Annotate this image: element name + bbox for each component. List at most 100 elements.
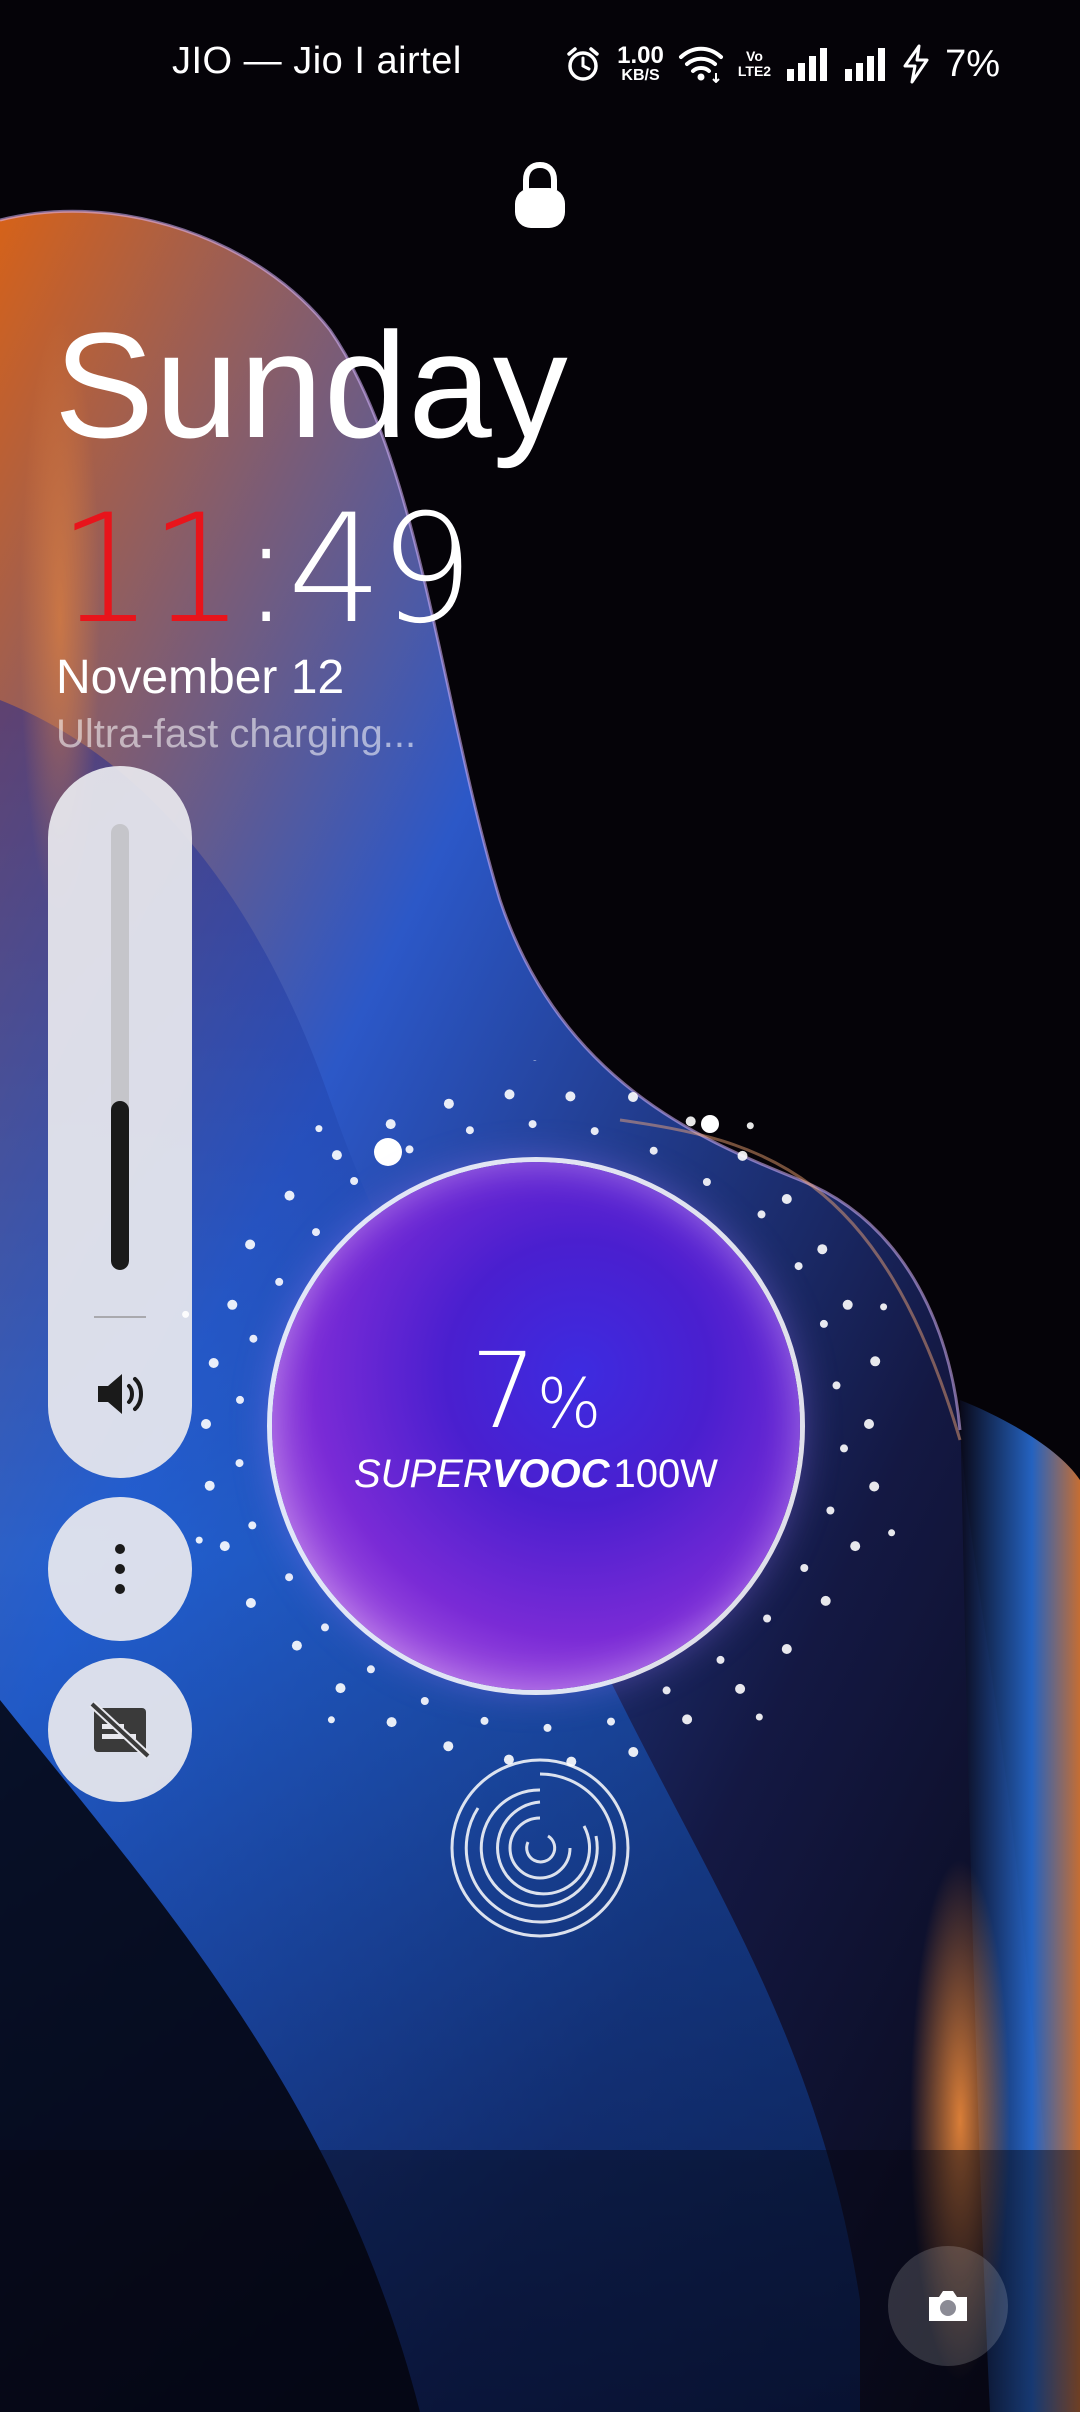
charging-particle xyxy=(284,1190,295,1201)
charging-particle xyxy=(443,1098,454,1109)
clock-time: 11:49 xyxy=(58,495,474,645)
charging-particle xyxy=(335,1683,346,1694)
fingerprint-icon[interactable] xyxy=(448,1756,632,1940)
volte-icon: Vo LTE2 xyxy=(738,49,771,78)
charging-particle xyxy=(817,1244,828,1255)
live-caption-button[interactable] xyxy=(48,1658,192,1802)
charging-particle xyxy=(245,1239,256,1250)
charging-particle xyxy=(820,1595,831,1606)
charging-particle xyxy=(832,1381,841,1390)
charging-particle xyxy=(888,1529,896,1537)
charging-particle xyxy=(543,1723,552,1732)
charging-particle xyxy=(201,1419,211,1429)
charging-particle xyxy=(204,1480,215,1491)
charging-particle xyxy=(315,1125,323,1133)
charging-particle xyxy=(312,1228,320,1237)
charging-particle xyxy=(737,1150,748,1161)
network-speed: 1.00 KB/S xyxy=(617,44,664,84)
charging-particle xyxy=(701,1115,719,1133)
battery-percent: 7% xyxy=(945,42,1000,85)
charging-particle xyxy=(819,1319,828,1328)
volume-more-options-button[interactable] xyxy=(48,1497,192,1641)
charging-particle xyxy=(840,1444,848,1453)
brand-vooc: VOOC xyxy=(491,1452,610,1496)
signal-icon xyxy=(845,48,886,81)
charging-particle xyxy=(590,1127,599,1136)
charging-particle xyxy=(405,1145,414,1154)
clock-hours: 11 xyxy=(58,483,245,657)
day-of-week: Sunday xyxy=(54,301,569,469)
charging-particle xyxy=(249,1334,258,1343)
charging-particle xyxy=(236,1395,244,1404)
speed-value: 1.00 xyxy=(617,42,664,69)
charging-percent: 7% xyxy=(272,1330,800,1452)
lock-icon[interactable] xyxy=(512,162,568,230)
charging-particle xyxy=(321,1623,329,1632)
volte-top: Vo xyxy=(746,48,763,65)
charging-status-text: Ultra-fast charging... xyxy=(56,712,417,756)
camera-shortcut-button[interactable] xyxy=(888,2246,1008,2366)
volume-slider[interactable] xyxy=(111,824,129,1270)
charging-particle xyxy=(850,1541,861,1552)
charging-particle xyxy=(480,1716,489,1725)
charging-particle xyxy=(746,1122,754,1130)
camera-icon xyxy=(929,2291,967,2321)
charging-particle xyxy=(366,1665,375,1674)
charging-particle xyxy=(682,1714,693,1725)
volume-divider xyxy=(94,1316,146,1318)
charging-particle xyxy=(763,1614,772,1623)
charging-particle xyxy=(182,1310,190,1318)
charging-particle xyxy=(331,1150,342,1161)
clock-separator: : xyxy=(240,483,292,657)
charging-particle xyxy=(385,1119,396,1130)
charging-particle xyxy=(794,1262,803,1271)
volte-bottom: LTE2 xyxy=(737,63,772,79)
charging-particle xyxy=(781,1194,792,1204)
charging-percent-value: 7 xyxy=(470,1330,537,1452)
charging-particle xyxy=(628,1092,638,1102)
charging-particle xyxy=(702,1178,711,1186)
status-icons: 1.00 KB/S Vo LTE2 7% xyxy=(563,36,1000,92)
volume-slider-fill xyxy=(111,1100,129,1270)
speaker-icon[interactable] xyxy=(92,1366,148,1422)
charging-particle xyxy=(607,1717,615,1726)
charging-percent-sign: % xyxy=(536,1365,602,1444)
charging-particle xyxy=(420,1697,429,1705)
charging-particle xyxy=(386,1717,397,1728)
charging-particle xyxy=(757,1210,766,1219)
charging-particle xyxy=(327,1716,335,1724)
charging-particle xyxy=(685,1116,696,1127)
charging-particle xyxy=(374,1138,402,1166)
charging-particle xyxy=(842,1299,853,1310)
captions-off-icon xyxy=(89,1701,151,1759)
charging-particle xyxy=(219,1541,230,1552)
volume-panel xyxy=(48,766,192,1478)
charging-orb: 7% SUPERVOOC 100W xyxy=(272,1162,800,1690)
carrier-name: JIO — Jio I airtel xyxy=(172,40,462,82)
charging-particle xyxy=(880,1303,888,1311)
charging-particle xyxy=(245,1598,256,1608)
charging-particle xyxy=(826,1506,835,1515)
charging-particle xyxy=(869,1481,880,1492)
charging-particle xyxy=(781,1644,792,1654)
charging-particle xyxy=(350,1177,359,1185)
charging-bolt-icon xyxy=(903,44,929,84)
charging-particle xyxy=(870,1356,881,1367)
charging-particle xyxy=(235,1459,244,1468)
charging-particle xyxy=(565,1091,576,1102)
charging-particle xyxy=(275,1277,284,1286)
charging-particle xyxy=(716,1655,725,1664)
charging-particle xyxy=(195,1536,203,1544)
lock-screen: JIO — Jio I airtel 1.00 KB/S Vo LTE2 7% … xyxy=(0,0,1080,2412)
charging-particle xyxy=(285,1573,294,1582)
charging-particle xyxy=(227,1299,238,1310)
charging-particle xyxy=(755,1713,763,1721)
charging-particle xyxy=(208,1358,219,1368)
status-bar: JIO — Jio I airtel 1.00 KB/S Vo LTE2 7% xyxy=(0,0,1080,130)
speed-unit: KB/S xyxy=(621,67,660,84)
wifi-icon xyxy=(678,46,723,83)
charging-particle xyxy=(465,1126,474,1135)
charging-particle xyxy=(528,1120,537,1129)
brand-power: 100W xyxy=(613,1452,719,1496)
brand-super: SUPER xyxy=(353,1452,492,1496)
